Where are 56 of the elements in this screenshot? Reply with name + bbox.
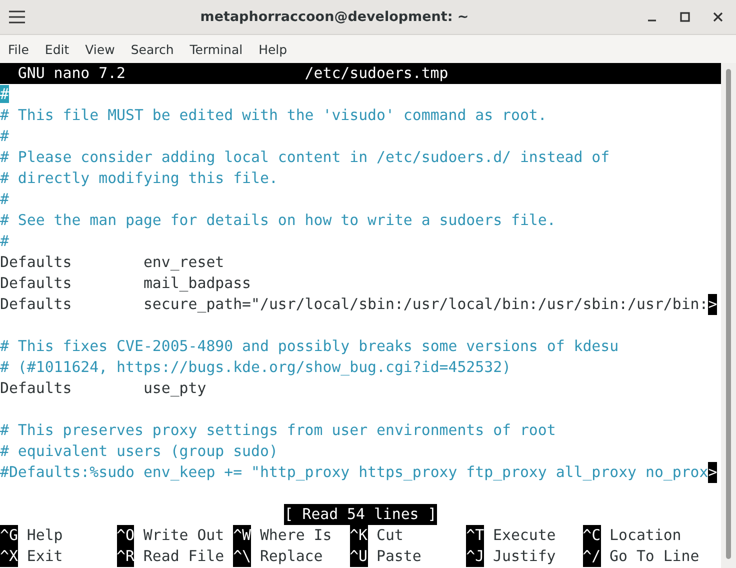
maximize-icon[interactable] (677, 9, 693, 25)
comment-line: #Defaults:%sudo env_keep += "http_proxy https_proxy ftp_proxy all_proxy no_prox (0, 462, 708, 483)
shortcut-label: Help (26, 525, 63, 546)
shortcut-label: Location (610, 525, 682, 546)
shortcut-label: Cut (376, 525, 404, 546)
shortcut-key: ^C (582, 525, 601, 546)
shortcut-label: Justify (493, 546, 556, 567)
shortcut-label: Where Is (260, 525, 332, 546)
code-line: Defaults env_reset (0, 252, 224, 273)
shortcut-label: Write Out (143, 525, 224, 546)
comment-line: # (#1011624, https://bugs.kde.org/show_bug.cgi?id=452532) (0, 357, 512, 378)
scrollbar[interactable] (721, 63, 736, 568)
shortcut-key: ^T (466, 525, 484, 546)
shortcut-key: ^R (116, 546, 134, 567)
comment-line: # This preserves proxy settings from user environments of root (0, 420, 556, 441)
program-version: GNU nano 7.2 (16, 63, 127, 84)
shortcut-label: Replace (260, 546, 323, 567)
shortcut-key: ^J (466, 546, 484, 567)
file-name: /etc/sudoers.tmp (304, 63, 448, 84)
comment-line: # equivalent users (group sudo) (0, 441, 278, 462)
overflow-marker: > (708, 462, 718, 483)
code-line: Defaults use_pty (0, 378, 206, 399)
comment-line: # (0, 126, 9, 147)
comment-line: # This file MUST be edited with the 'visudo' command as root. (0, 105, 547, 126)
shortcut-label: Paste (376, 546, 422, 567)
code-line: Defaults secure_path="/usr/local/sbin:/usr/local/bin:/usr/sbin:/usr/bin: (0, 294, 708, 315)
menu-item[interactable]: Terminal (190, 42, 243, 56)
shortcut-key: ^/ (582, 546, 601, 567)
menu-item[interactable]: Help (258, 42, 288, 56)
menu-item[interactable]: Search (130, 42, 174, 56)
shortcut-label: Execute (493, 525, 556, 546)
shortcut-label: Read File (143, 546, 224, 567)
menu-icon[interactable] (9, 9, 25, 25)
shortcut-key: ^U (350, 546, 368, 567)
window-title: metaphorraccoon@development: ~ (199, 9, 470, 25)
overflow-marker: > (708, 294, 718, 315)
comment-line: # See the man page for details on how to write a sudoers file. (0, 210, 556, 231)
comment-line: # Please consider adding local content in /etc/sudoers.d/ instead of (0, 147, 610, 168)
shortcut-key: ^O (116, 525, 134, 546)
code-line: Defaults mail_badpass (0, 273, 252, 294)
shortcut-key: ^W (233, 525, 251, 546)
comment-line: # directly modifying this file. (0, 168, 278, 189)
scrollbar-thumb[interactable] (726, 69, 731, 559)
shortcut-key: ^K (350, 525, 368, 546)
shortcut-label: Exit (26, 546, 63, 567)
comment-line: # This fixes CVE-2005-4890 and possibly breaks some versions of kdesu (0, 336, 619, 357)
shortcut-key: ^G (0, 525, 18, 546)
menu-item[interactable]: File (8, 42, 29, 56)
menu-item[interactable]: View (85, 42, 115, 56)
menu-item[interactable]: Edit (44, 42, 70, 56)
comment-line: # (0, 189, 9, 210)
status-message: [ Read 54 lines ] (284, 504, 437, 525)
shortcut-key: ^\ (233, 546, 251, 567)
comment-line: # (0, 231, 9, 252)
shortcut-label: Go To Line (610, 546, 700, 567)
shortcut-key: ^X (0, 546, 18, 567)
